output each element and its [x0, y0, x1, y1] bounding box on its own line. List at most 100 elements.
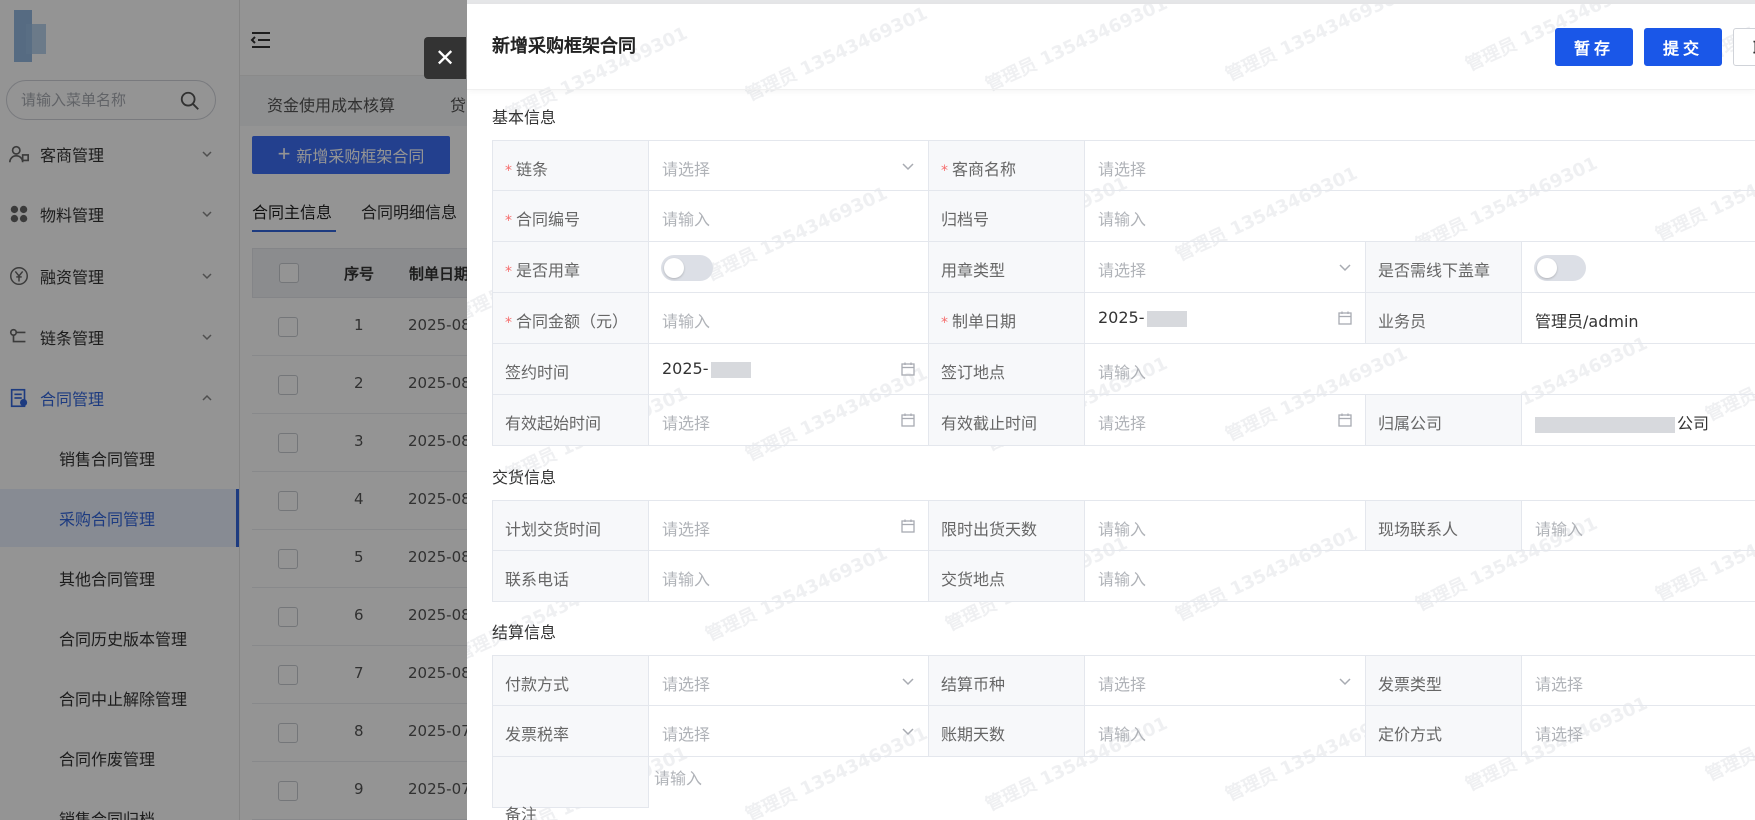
chevron-down-icon	[902, 163, 914, 171]
field-label-text: 业务员	[1378, 312, 1427, 331]
label-company: 归属公司	[1366, 395, 1522, 446]
plan-delivery-picker[interactable]: 请选择	[649, 500, 929, 551]
field-label: * 制单日期	[941, 308, 1016, 332]
field-label-text: 现场联系人	[1378, 520, 1459, 539]
field-label-text: 签约时间	[505, 363, 570, 382]
label-currency: 结算币种	[929, 655, 1085, 706]
placeholder: 请选择	[1535, 725, 1584, 744]
valid-end-picker[interactable]: 请选择	[1085, 395, 1366, 446]
field-label: 限时出货天数	[941, 516, 1037, 540]
close-drawer-button[interactable]: ✕	[424, 37, 466, 79]
label-site-contact: 现场联系人	[1366, 500, 1522, 551]
chevron-down-icon	[1339, 264, 1351, 272]
placeholder: 请输入	[1098, 570, 1147, 589]
field-label: 付款方式	[505, 671, 569, 695]
field-label: * 链条	[505, 156, 548, 180]
sign-place-input[interactable]: 请输入	[1085, 344, 1755, 395]
field-label-text: 客商名称	[952, 160, 1017, 179]
calendar-icon	[1338, 311, 1352, 325]
placeholder: 请输入	[654, 769, 703, 788]
invoice-type-select[interactable]: 请选择	[1522, 655, 1755, 706]
contract-no-input[interactable]: 请输入	[649, 191, 929, 242]
field-label-text: 是否用章	[516, 261, 581, 280]
calendar-icon	[901, 413, 915, 427]
field-label: 发票税率	[505, 721, 569, 745]
required-mark: *	[505, 264, 512, 280]
field-label: 业务员	[1378, 308, 1426, 332]
ship-days-input[interactable]: 请输入	[1085, 500, 1366, 551]
customer-name-select[interactable]: 请选择	[1085, 140, 1755, 191]
field-label-text: 制单日期	[952, 312, 1017, 331]
label-phone: 联系电话	[492, 551, 649, 602]
valid-start-picker[interactable]: 请选择	[649, 395, 929, 446]
redacted-block	[710, 361, 751, 378]
currency-select[interactable]: 请选择	[1085, 655, 1366, 706]
field-label: 结算币种	[941, 671, 1005, 695]
placeholder: 请选择	[1098, 675, 1147, 694]
label-sign-place: 签订地点	[929, 344, 1085, 395]
field-label-text: 合同编号	[516, 210, 581, 229]
field-label: 归属公司	[1378, 410, 1442, 434]
chain-select[interactable]: 请选择	[649, 140, 929, 191]
phone-input[interactable]: 请输入	[649, 551, 929, 602]
toggle-switch[interactable]	[1534, 255, 1586, 281]
field-label: 计划交货时间	[505, 516, 601, 540]
close-icon: ✕	[434, 44, 456, 72]
placeholder: 请选择	[662, 520, 711, 539]
label-payment-method: 付款方式	[492, 655, 649, 706]
sign-time-picker[interactable]: 2025-	[649, 344, 929, 395]
create-date-picker[interactable]: 2025-	[1085, 293, 1366, 344]
field-label: * 是否用章	[505, 257, 580, 281]
calendar-icon	[901, 362, 915, 376]
placeholder: 请选择	[1535, 675, 1584, 694]
contract-amount-input[interactable]: 请输入	[649, 293, 929, 344]
save-draft-button[interactable]: 暂存	[1555, 28, 1633, 66]
label-contract-no: * 合同编号	[492, 191, 649, 242]
field-label: * 合同编号	[505, 206, 580, 230]
field-label-text: 联系电话	[505, 570, 570, 589]
cancel-button[interactable]: 取	[1733, 28, 1755, 66]
placeholder: 请输入	[1098, 725, 1147, 744]
section-delivery-info: 交货信息	[492, 468, 557, 487]
field-label: 是否需线下盖章	[1378, 257, 1490, 281]
pricing-method-select[interactable]: 请选择	[1522, 706, 1755, 757]
field-label-text: 计划交货时间	[505, 520, 602, 539]
field-label-text: 交货地点	[941, 570, 1006, 589]
section-basic-info: 基本信息	[492, 108, 557, 127]
delivery-place-input[interactable]: 请输入	[1085, 551, 1755, 602]
archive-no-input[interactable]: 请输入	[1085, 191, 1755, 242]
field-label: 现场联系人	[1378, 516, 1458, 540]
label-delivery-place: 交货地点	[929, 551, 1085, 602]
tax-rate-select[interactable]: 请选择	[649, 706, 929, 757]
field-label-text: 归档号	[941, 210, 990, 229]
account-days-input[interactable]: 请输入	[1085, 706, 1366, 757]
use-seal-toggle[interactable]	[649, 242, 929, 293]
label-pricing-method: 定价方式	[1366, 706, 1522, 757]
field-label: * 客商名称	[941, 156, 1016, 180]
chevron-down-icon	[1339, 678, 1351, 686]
site-contact-input[interactable]: 请输入	[1522, 500, 1755, 551]
toggle-switch[interactable]	[661, 255, 713, 281]
field-label: 有效截止时间	[941, 410, 1037, 434]
seal-type-select[interactable]: 请选择	[1085, 242, 1366, 293]
redacted-block	[1535, 416, 1675, 433]
label-account-days: 账期天数	[929, 706, 1085, 757]
placeholder: 请输入	[1098, 363, 1147, 382]
remark-textarea[interactable]: 请输入	[649, 757, 1755, 820]
field-label-text: 定价方式	[1378, 725, 1443, 744]
submit-button[interactable]: 提交	[1644, 28, 1722, 66]
chevron-down-icon	[902, 678, 914, 686]
label-create-date: * 制单日期	[929, 293, 1085, 344]
offline-seal-toggle[interactable]	[1522, 242, 1755, 293]
field-label-text: 用章类型	[941, 261, 1006, 280]
required-mark: *	[941, 163, 948, 179]
field-label-text: 付款方式	[505, 675, 570, 694]
field-label: 签订地点	[941, 359, 1005, 383]
field-label: 发票类型	[1378, 671, 1442, 695]
field-label: 有效起始时间	[505, 410, 601, 434]
placeholder: 请选择	[662, 675, 711, 694]
label-plan-delivery-time: 计划交货时间	[492, 500, 649, 551]
payment-method-select[interactable]: 请选择	[649, 655, 929, 706]
label-salesman: 业务员	[1366, 293, 1522, 344]
label-invoice-type: 发票类型	[1366, 655, 1522, 706]
